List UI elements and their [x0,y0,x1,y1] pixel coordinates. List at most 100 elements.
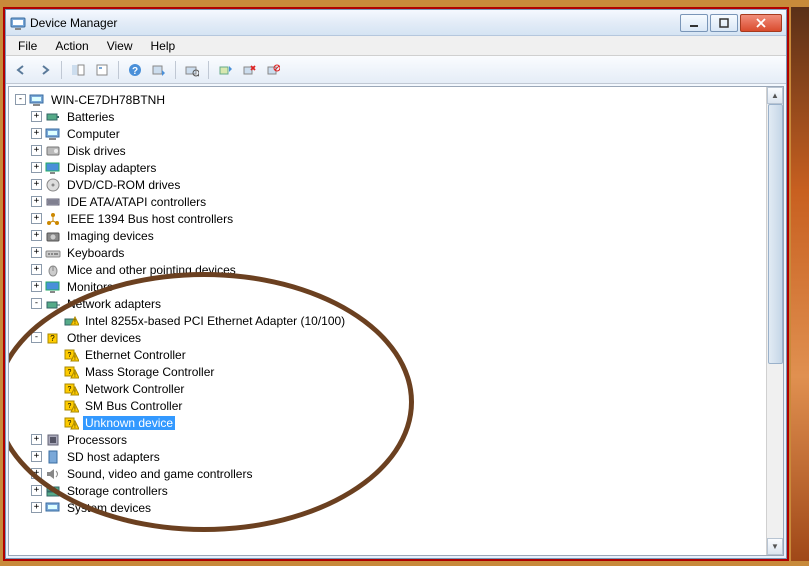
tree-item-intel-nic[interactable]: ! Intel 8255x-based PCI Ethernet Adapter… [15,312,765,329]
toolbar: ? [6,56,786,84]
node-label: Ethernet Controller [83,348,188,362]
tree-item-mass-storage-controller[interactable]: ?! Mass Storage Controller [15,363,765,380]
close-button[interactable] [740,14,782,32]
tree-item-imaging[interactable]: + Imaging devices [15,227,765,244]
battery-icon [45,109,61,125]
expand-icon[interactable]: + [31,213,42,224]
tree-item-storage-controllers[interactable]: + Storage controllers [15,482,765,499]
tree-item-batteries[interactable]: + Batteries [15,108,765,125]
update-driver-button[interactable] [214,59,236,81]
svg-text:?: ? [68,352,72,359]
disc-icon [45,177,61,193]
titlebar[interactable]: Device Manager [6,10,786,36]
expand-icon[interactable]: + [31,162,42,173]
svg-text:?: ? [132,66,138,77]
tree-item-mice[interactable]: + Mice and other pointing devices [15,261,765,278]
expand-icon[interactable]: + [31,281,42,292]
action-button[interactable] [148,59,170,81]
node-label: SD host adapters [65,450,162,464]
node-label: Network Controller [83,382,186,396]
device-tree[interactable]: - WIN-CE7DH78BTNH + Batteries + Computer… [11,89,765,553]
menu-file[interactable]: File [10,37,45,55]
expand-icon[interactable]: + [31,502,42,513]
tree-item-sound[interactable]: + Sound, video and game controllers [15,465,765,482]
node-label: Mass Storage Controller [83,365,216,379]
menu-action[interactable]: Action [47,37,96,55]
system-icon [45,500,61,516]
node-label: System devices [65,501,153,515]
expand-icon[interactable]: + [31,196,42,207]
tree-pane: - WIN-CE7DH78BTNH + Batteries + Computer… [8,86,784,556]
expand-icon[interactable]: + [31,128,42,139]
node-label: Computer [65,127,122,141]
vertical-scrollbar[interactable]: ▲ ▼ [766,87,783,555]
node-label: Disk drives [65,144,128,158]
tree-item-ethernet-controller[interactable]: ?! Ethernet Controller [15,346,765,363]
expand-icon[interactable]: + [31,468,42,479]
tree-item-ieee1394[interactable]: + IEEE 1394 Bus host controllers [15,210,765,227]
expand-icon[interactable]: + [31,485,42,496]
expand-icon[interactable]: + [31,434,42,445]
monitor-icon [45,279,61,295]
svg-text:?: ? [68,420,72,427]
device-manager-window: Device Manager File Action View Help ? [5,9,787,559]
tree-item-dvd[interactable]: + DVD/CD-ROM drives [15,176,765,193]
tree-item-disk-drives[interactable]: + Disk drives [15,142,765,159]
tree-item-unknown-device[interactable]: ?! Unknown device [15,414,765,431]
node-label-selected: Unknown device [83,416,175,430]
expand-icon[interactable]: + [31,145,42,156]
scroll-down-arrow[interactable]: ▼ [767,538,783,555]
menu-help[interactable]: Help [143,37,184,55]
uninstall-button[interactable] [238,59,260,81]
properties-button[interactable] [91,59,113,81]
scroll-thumb[interactable] [768,104,783,364]
tree-item-processors[interactable]: + Processors [15,431,765,448]
tree-item-system-devices[interactable]: + System devices [15,499,765,516]
expand-icon[interactable]: + [31,264,42,275]
node-label: Intel 8255x-based PCI Ethernet Adapter (… [83,314,347,328]
collapse-icon[interactable]: - [31,298,42,309]
maximize-button[interactable] [710,14,738,32]
tree-item-network-adapters[interactable]: - Network adapters [15,295,765,312]
expand-icon[interactable]: + [31,179,42,190]
expand-icon[interactable]: + [31,230,42,241]
forward-button[interactable] [34,59,56,81]
menu-view[interactable]: View [99,37,141,55]
tree-item-monitors[interactable]: + Monitors [15,278,765,295]
back-button[interactable] [10,59,32,81]
cpu-icon [45,432,61,448]
tree-item-network-controller[interactable]: ?! Network Controller [15,380,765,397]
tree-item-computer[interactable]: + Computer [15,125,765,142]
tree-item-sm-bus-controller[interactable]: ?! SM Bus Controller [15,397,765,414]
unknown-warn-icon: ?! [63,364,79,380]
scan-hardware-button[interactable] [181,59,203,81]
other-devices-icon: ? [45,330,61,346]
help-button[interactable]: ? [124,59,146,81]
storage-icon [45,483,61,499]
tree-item-other-devices[interactable]: - ? Other devices [15,329,765,346]
node-label: Display adapters [65,161,158,175]
expand-icon[interactable]: + [31,111,42,122]
expand-icon[interactable]: + [31,451,42,462]
show-hide-tree-button[interactable] [67,59,89,81]
node-label: Other devices [65,331,143,345]
collapse-icon[interactable]: - [31,332,42,343]
tree-root[interactable]: - WIN-CE7DH78BTNH [15,91,765,108]
tree-item-ide[interactable]: + IDE ATA/ATAPI controllers [15,193,765,210]
network-warn-icon: ! [63,313,79,329]
expand-icon[interactable]: + [31,247,42,258]
svg-text:?: ? [68,369,72,376]
tree-item-display-adapters[interactable]: + Display adapters [15,159,765,176]
svg-text:?: ? [50,334,55,343]
collapse-icon[interactable]: - [15,94,26,105]
scroll-up-arrow[interactable]: ▲ [767,87,783,104]
disable-button[interactable] [262,59,284,81]
node-label: Imaging devices [65,229,156,243]
unknown-warn-icon: ?! [63,398,79,414]
svg-text:?: ? [68,403,72,410]
minimize-button[interactable] [680,14,708,32]
node-label: IDE ATA/ATAPI controllers [65,195,208,209]
node-label: Sound, video and game controllers [65,467,254,481]
tree-item-sd-host[interactable]: + SD host adapters [15,448,765,465]
tree-item-keyboards[interactable]: + Keyboards [15,244,765,261]
